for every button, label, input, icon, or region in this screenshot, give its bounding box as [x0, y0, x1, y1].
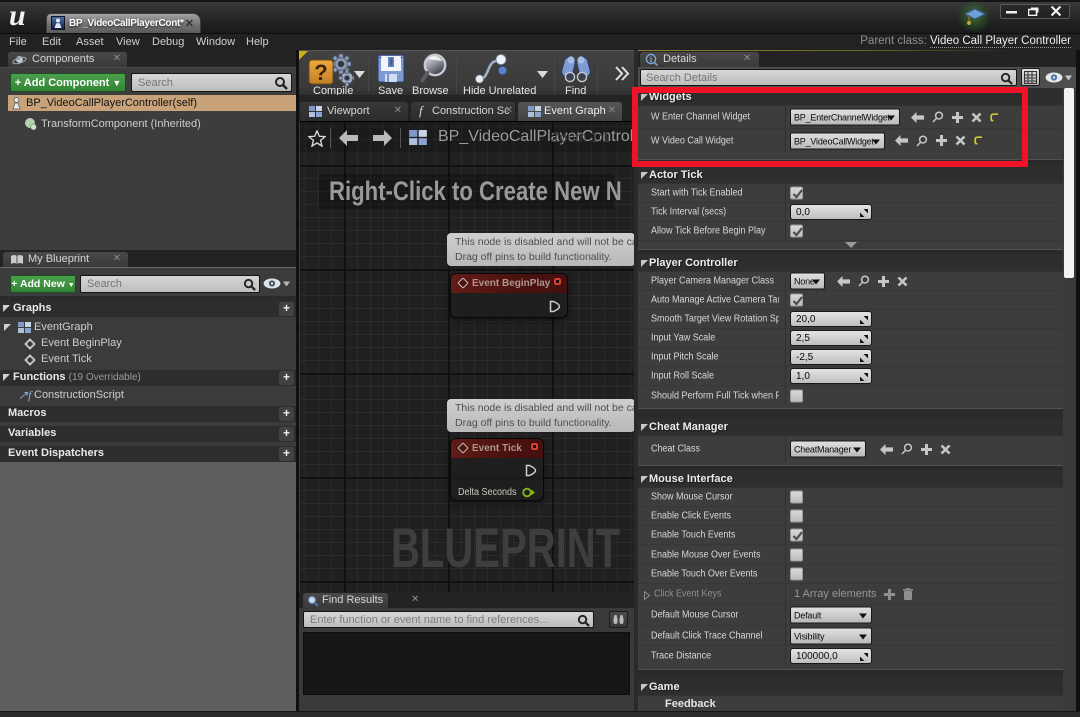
svg-text:?: ?	[314, 60, 327, 85]
